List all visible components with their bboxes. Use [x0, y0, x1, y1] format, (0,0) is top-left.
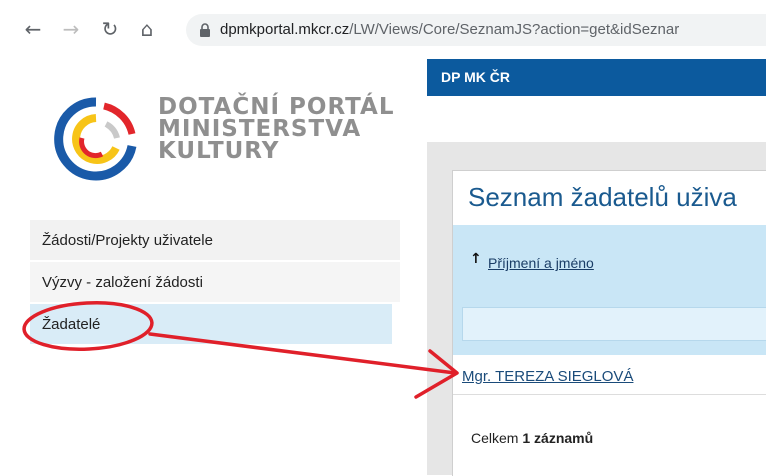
sort-by-name-link[interactable]: Příjmení a jméno	[488, 255, 594, 271]
url-path: /LW/Views/Core/SeznamJS?action=get&idSez…	[349, 21, 680, 38]
sidebar-item-applicants[interactable]: Žadatelé	[30, 304, 392, 344]
address-bar[interactable]: dpmkportal.mkcr.cz/LW/Views/Core/SeznamJ…	[186, 14, 766, 46]
logo-line-1: DOTAČNÍ PORTÁL	[158, 94, 395, 120]
arrow-right-icon[interactable]: →	[60, 17, 82, 41]
sidebar-item-applications[interactable]: Žádosti/Projekty uživatele	[30, 220, 400, 260]
browser-toolbar: ← → ↻ ⌂ dpmkportal.mkcr.cz/LW/Views/Core…	[0, 0, 766, 58]
portal-logo[interactable]: DOTAČNÍ PORTÁL MINISTERSTVA KULTURY	[46, 94, 394, 184]
total-value: 1 záznamů	[522, 430, 594, 446]
top-header-bar: DP MK ČR	[427, 59, 766, 96]
portal-logo-text: DOTAČNÍ PORTÁL MINISTERSTVA KULTURY	[158, 94, 395, 164]
lock-icon	[200, 23, 210, 37]
home-icon[interactable]: ⌂	[136, 17, 158, 41]
applicant-row-link[interactable]: Mgr. TEREZA SIEGLOVÁ	[462, 368, 633, 385]
arrow-left-icon[interactable]: ←	[22, 17, 44, 41]
portal-logo-mark	[54, 97, 137, 181]
total-prefix: Celkem	[471, 430, 523, 446]
reload-icon[interactable]: ↻	[99, 17, 121, 41]
url-host: dpmkportal.mkcr.cz	[220, 21, 350, 38]
address-text: dpmkportal.mkcr.cz/LW/Views/Core/SeznamJ…	[220, 21, 679, 38]
page-title: Seznam žadatelů uživa	[468, 182, 737, 212]
logo-line-2: MINISTERSTVA	[158, 116, 362, 142]
logo-line-3: KULTURY	[158, 138, 280, 164]
row-divider	[453, 394, 766, 395]
filter-row-input[interactable]	[462, 307, 766, 341]
header-title: DP MK ČR	[441, 69, 510, 85]
sort-arrow-up-icon: ↑	[470, 251, 482, 267]
sidebar-item-calls[interactable]: Výzvy - založení žádosti	[30, 262, 400, 302]
total-count: Celkem 1 záznamů	[471, 430, 593, 446]
